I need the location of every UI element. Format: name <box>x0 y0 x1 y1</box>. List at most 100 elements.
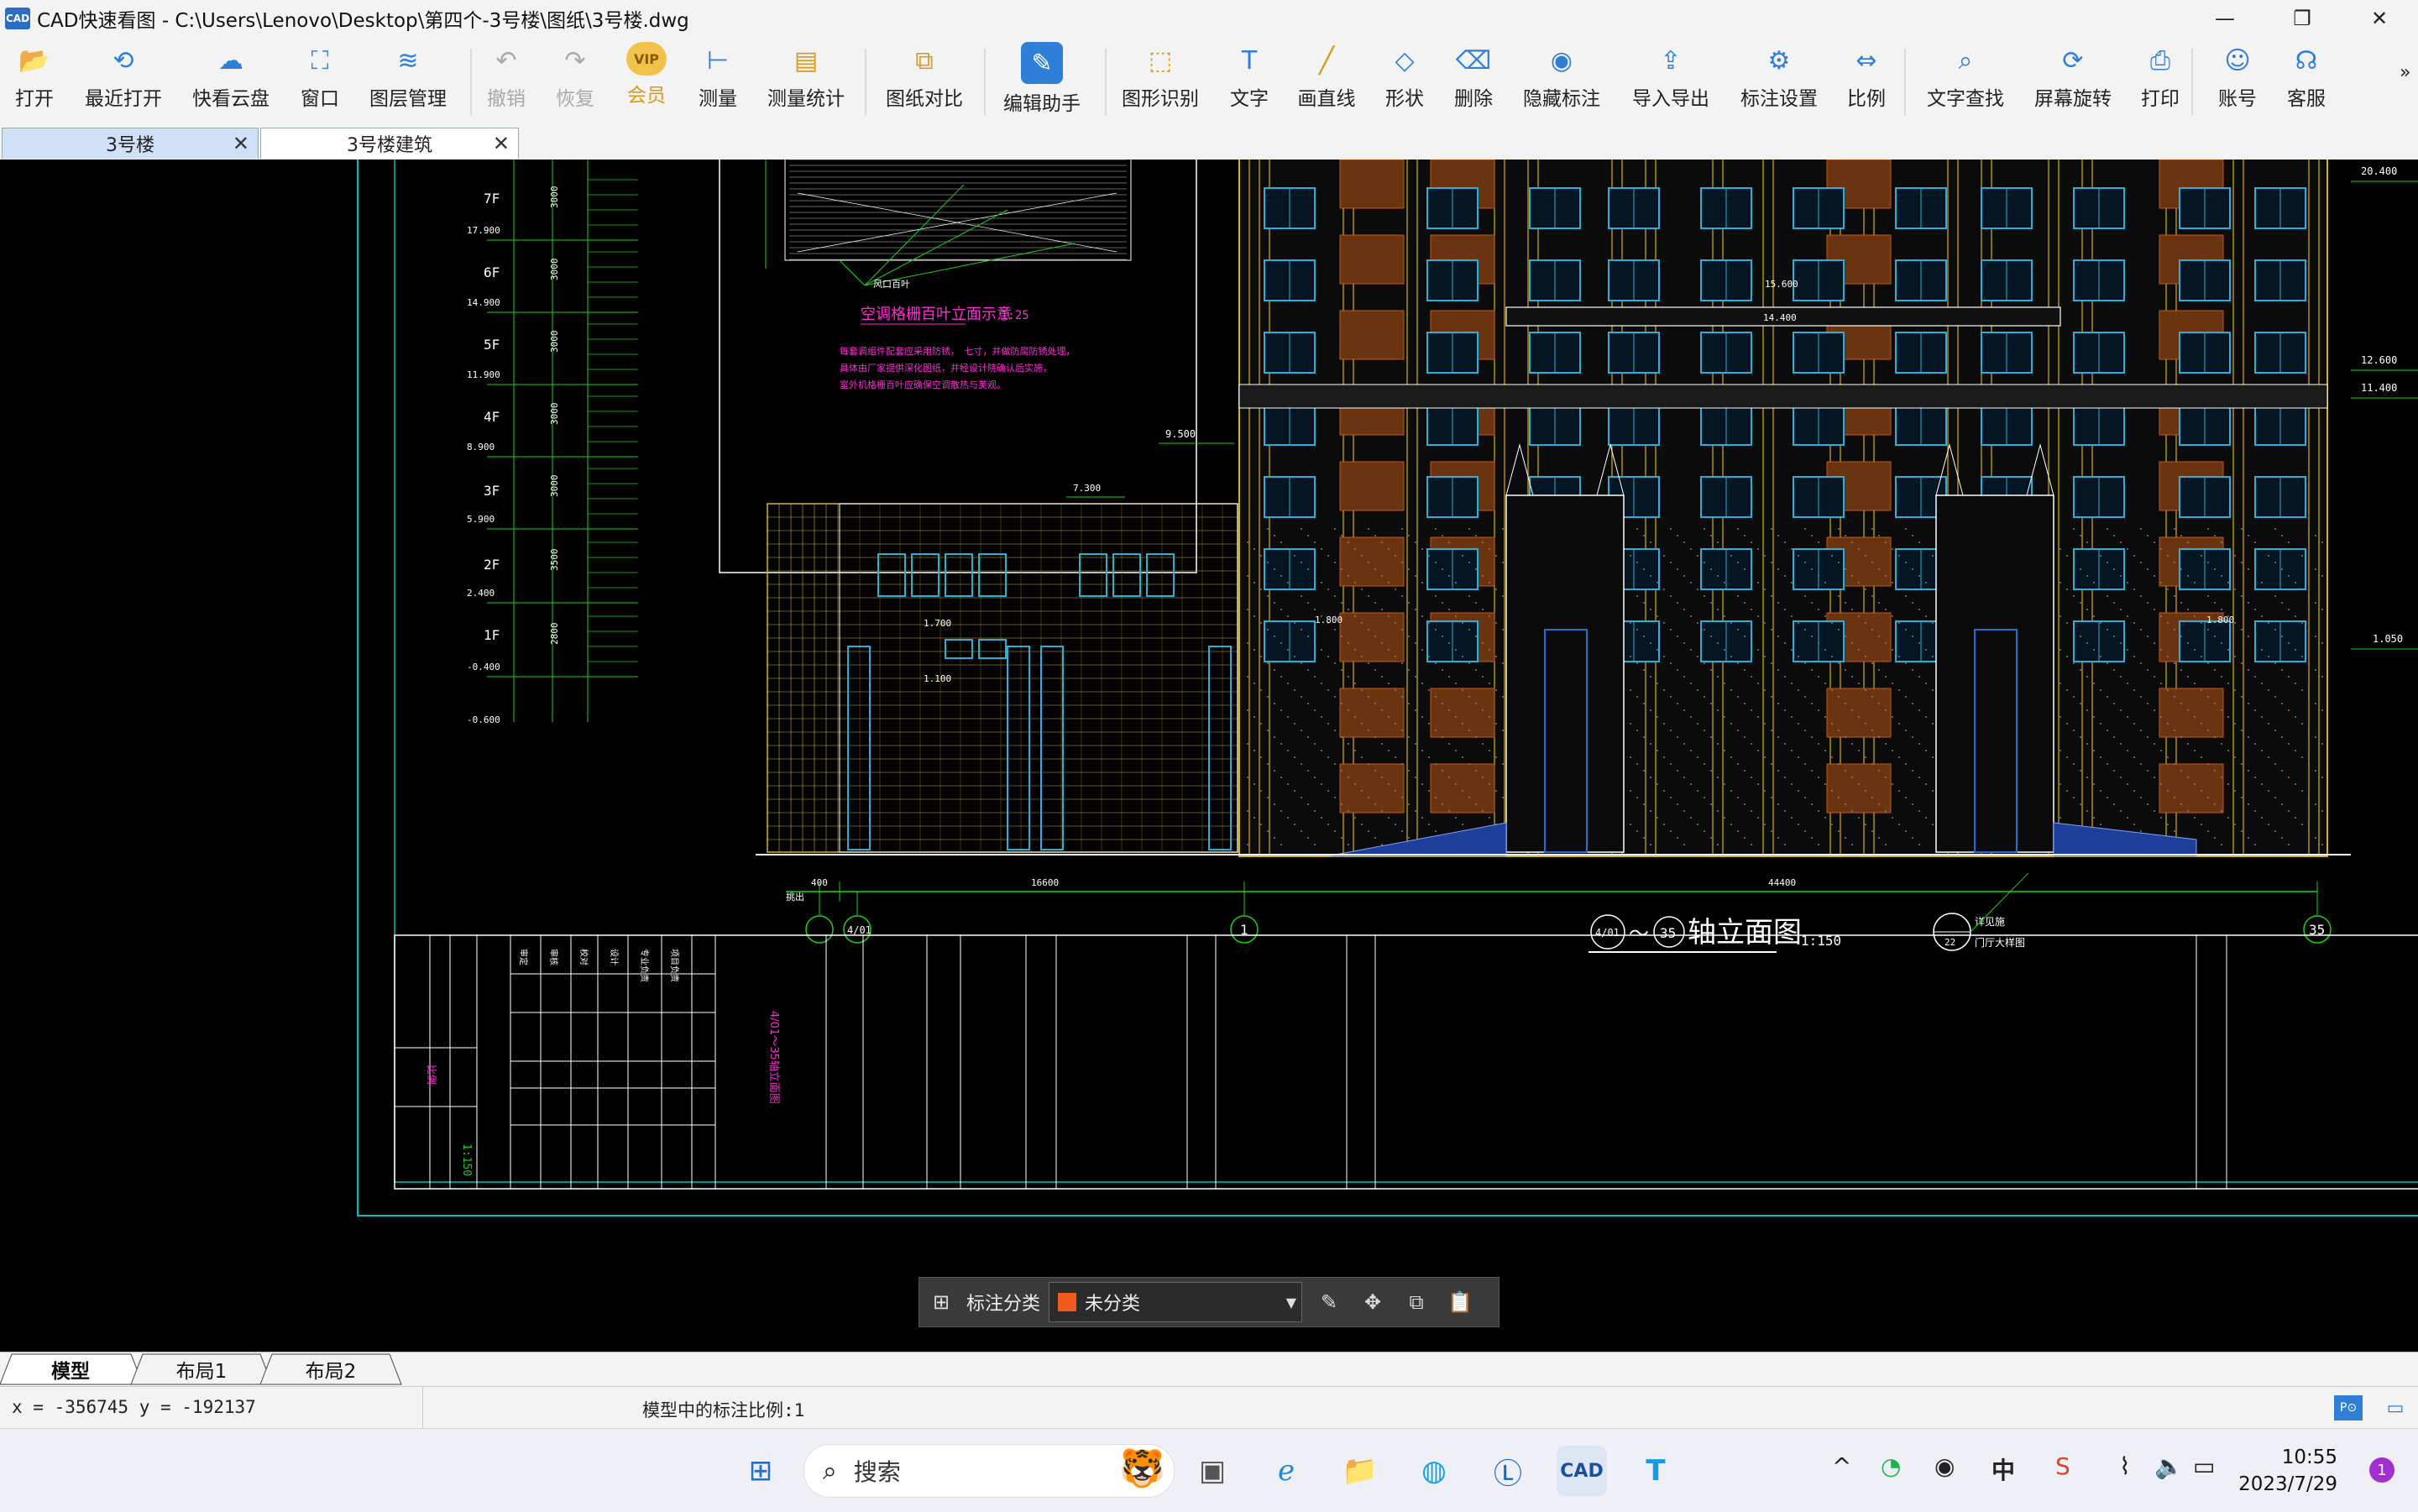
stone-dot <box>2194 548 2196 550</box>
stone-dot <box>1650 676 1651 678</box>
toolbar-recent-button[interactable]: ⟲ 最近打开 <box>77 42 170 111</box>
volume-icon[interactable]: 🔈 <box>2154 1452 2184 1480</box>
stone-dot <box>2288 541 2290 543</box>
detail-scale: 1:25 <box>1001 309 1029 322</box>
ime-indicator[interactable]: 中 <box>1991 1452 2015 1486</box>
stone-dot <box>1348 777 1349 778</box>
battery-icon[interactable]: ▭ <box>2193 1452 2215 1480</box>
toolbar-measure-button[interactable]: ⊢ 测量 <box>672 42 764 111</box>
copy-icon[interactable]: ⧉ <box>1395 1278 1438 1326</box>
drawing-canvas[interactable]: 7F 17.900 3000 6F 14.900 3000 5F 11.900 3000 4F 8.… <box>0 160 2418 1352</box>
annotation-category-select[interactable]: 未分类 ▼ <box>1049 1282 1303 1322</box>
toolbar-hide-annotation-button[interactable]: ◉ 隐藏标注 <box>1515 42 1608 111</box>
toolbar-support-button[interactable]: ☊ 客服 <box>2260 42 2353 111</box>
chevron-up-icon[interactable]: ^ <box>1832 1452 1851 1480</box>
edge-browser-icon[interactable]: ℯ <box>1261 1446 1311 1496</box>
toolbar-layers-button[interactable]: ≋ 图层管理 <box>362 42 454 111</box>
paste-icon[interactable]: 📋 <box>1438 1278 1482 1326</box>
fullscreen-icon[interactable]: ▭ <box>2381 1395 2410 1420</box>
stone-dot <box>1415 642 1416 644</box>
stone-dot <box>2187 709 2189 711</box>
stone-dot <box>2281 703 2283 704</box>
taskbar-clock[interactable]: 10:55 2023/7/29 <box>2238 1444 2337 1498</box>
layout-tab-model[interactable]: 模型 <box>12 1354 129 1384</box>
app-l-icon[interactable]: Ⓛ <box>1483 1446 1533 1496</box>
task-view-icon[interactable]: ▣ <box>1187 1446 1238 1496</box>
file-explorer-icon[interactable]: 📁 <box>1335 1446 1385 1496</box>
layout-tab-1[interactable]: 布局1 <box>143 1354 260 1384</box>
close-icon[interactable]: ✕ <box>233 132 249 155</box>
stone-dot <box>1912 636 1913 637</box>
toolbar-more-button[interactable]: » <box>2400 62 2410 83</box>
taskbar-search[interactable]: ⌕ 搜索 🐯 <box>803 1444 1175 1498</box>
toolbar-import-export-button[interactable]: ⇪ 导入导出 <box>1625 42 1717 111</box>
stone-dot <box>1932 824 1934 825</box>
stone-dot <box>1724 783 1725 785</box>
layout-tab-2[interactable]: 布局2 <box>272 1354 390 1384</box>
stone-dot <box>1724 817 1725 819</box>
close-button[interactable]: ✕ <box>2341 0 2418 37</box>
stone-dot <box>1374 770 1376 772</box>
stone-dot <box>1925 750 1927 751</box>
close-icon[interactable]: ✕ <box>493 132 510 155</box>
stone-dot <box>2086 609 2088 610</box>
doc-tab-3hao-lou-jianzhu[interactable]: 3号楼建筑 ✕ <box>260 128 519 159</box>
toolbar-shape-recognize-button[interactable]: ⬚ 图形识别 <box>1114 42 1206 111</box>
stone-dot <box>2073 662 2075 664</box>
stone-dot <box>2221 541 2222 543</box>
toolbar-text-search-button[interactable]: ⌕ 文字查找 <box>1919 42 2012 111</box>
stone-dot <box>1482 777 1484 778</box>
stone-dot <box>2107 696 2108 698</box>
stone-dot <box>1804 730 1806 731</box>
wechat-icon[interactable]: ◔ <box>1881 1452 1901 1480</box>
wifi-icon[interactable]: ⌇ <box>2119 1452 2131 1480</box>
stone-dot <box>1811 602 1813 604</box>
stone-dot <box>1401 595 1403 597</box>
stone-dot <box>1489 683 1490 684</box>
toolbar-cloud-button[interactable]: ☁ 快看云盘 <box>185 42 277 111</box>
windows-start-icon[interactable]: ⊞ <box>735 1446 786 1496</box>
floor-dim: 3000 <box>549 259 560 281</box>
stone-dot <box>1764 756 1766 758</box>
toolbar-open-button[interactable]: 📂 打开 <box>0 42 81 111</box>
toolbar-annotation-settings-button[interactable]: ⚙ 标注设置 <box>1733 42 1825 111</box>
stone-dot <box>1791 615 1793 617</box>
stone-dot <box>1421 750 1423 751</box>
ortho-toggle-icon[interactable]: P⊙ <box>2334 1395 2363 1420</box>
text-app-icon[interactable]: T <box>1630 1446 1681 1496</box>
maximize-button[interactable]: ❐ <box>2264 0 2341 37</box>
move-icon[interactable]: ✥ <box>1351 1278 1395 1326</box>
stone-dot <box>1247 777 1248 778</box>
sogou-icon[interactable]: S <box>2055 1452 2070 1480</box>
toolbar-compare-button[interactable]: ⧉ 图纸对比 <box>878 42 971 111</box>
stone-dot <box>2214 636 2216 637</box>
edit-icon[interactable]: ✎ <box>1307 1278 1351 1326</box>
stone-dot <box>2127 582 2128 583</box>
toolbar-rotate-button[interactable]: ⟳ 屏幕旋转 <box>2027 42 2119 111</box>
notification-badge[interactable]: 1 <box>2369 1457 2394 1483</box>
stone-dot <box>1267 696 1269 698</box>
qq-icon[interactable]: ◉ <box>1934 1452 1955 1480</box>
grid-icon[interactable]: ⊞ <box>919 1278 963 1326</box>
search-icon: ⌕ <box>823 1456 837 1486</box>
stone-dot <box>1663 689 1665 691</box>
cad-viewer-taskbar-icon[interactable]: CAD <box>1557 1446 1607 1496</box>
stone-dot <box>1898 756 1900 758</box>
minimize-button[interactable]: — <box>2186 0 2264 37</box>
doc-tab-3hao-lou[interactable]: 3号楼 ✕ <box>2 128 259 159</box>
stone-dot <box>1824 649 1826 651</box>
toolbar-delete-button[interactable]: ⌫ 删除 <box>1427 42 1520 111</box>
stone-dot <box>1865 622 1866 624</box>
stone-dot <box>2093 817 2095 819</box>
stone-dot <box>1757 716 1759 718</box>
toolbar-measure-stats-button[interactable]: ▤ 测量统计 <box>760 42 852 111</box>
edge-icon[interactable]: ◍ <box>1409 1446 1459 1496</box>
toolbar-window-button[interactable]: ⛶ 窗口 <box>274 42 366 111</box>
toolbar-label: 文字 <box>1230 88 1269 110</box>
stone-dot <box>1845 636 1846 637</box>
elev-ground-right: 1.050 <box>2373 633 2403 645</box>
stone-dot <box>1253 649 1255 651</box>
toolbar-edit-assistant-button[interactable]: ✎ 编辑助手 <box>996 42 1088 116</box>
toolbar-scale-button[interactable]: ⇔ 比例 <box>1820 42 1913 111</box>
stone-dot <box>2059 649 2061 651</box>
